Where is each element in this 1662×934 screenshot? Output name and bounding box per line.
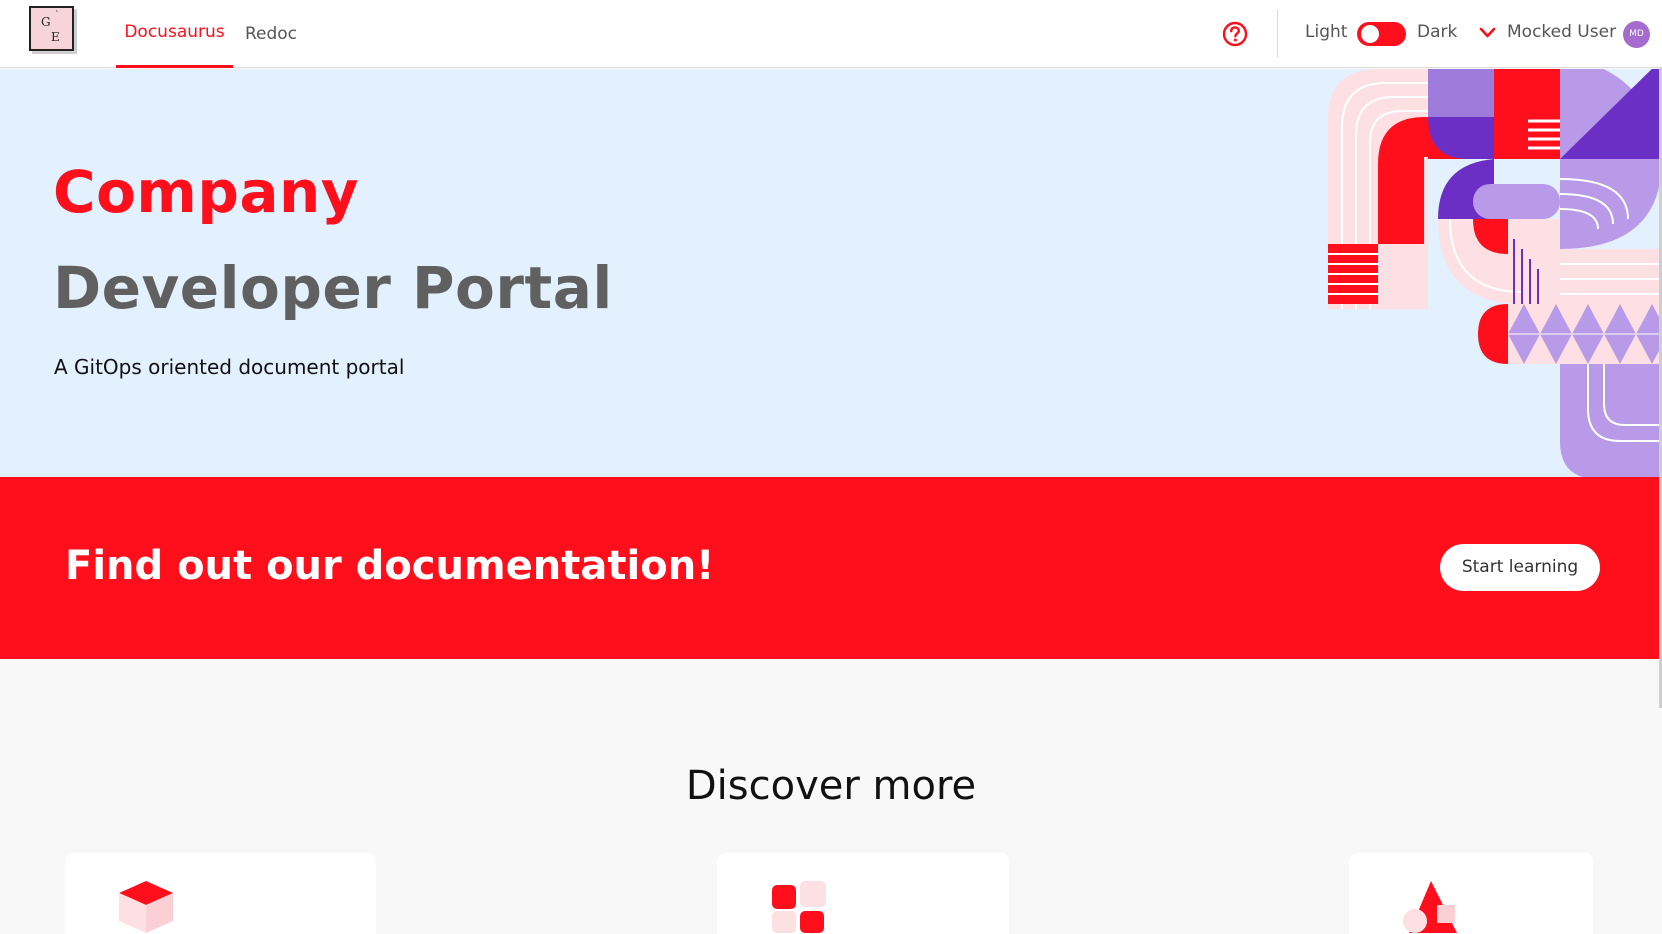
discover-card[interactable] [1349, 853, 1593, 934]
theme-toggle[interactable] [1357, 22, 1406, 46]
cube-icon [119, 881, 173, 933]
banner-heading: Find out our documentation! [65, 543, 715, 589]
logo-letter-g: G [41, 15, 51, 29]
top-navbar: G ` E Docusaurus Redoc Light Dark Mocked… [0, 0, 1662, 68]
discover-card[interactable] [65, 853, 376, 934]
tab-docusaurus[interactable]: Docusaurus [116, 0, 233, 68]
theme-light-label: Light [1305, 22, 1348, 42]
logo-letter-e: E [51, 30, 60, 44]
avatar[interactable]: MD [1623, 21, 1650, 48]
hero-title-company: Company [53, 158, 360, 226]
discover-heading: Discover more [685, 763, 977, 809]
start-learning-button[interactable]: Start learning [1440, 544, 1600, 591]
hero-title-developer-portal: Developer Portal [53, 254, 613, 322]
blocks-icon [772, 881, 826, 933]
tab-redoc[interactable]: Redoc [236, 0, 306, 68]
logo-mark: ` [55, 11, 60, 21]
toggle-knob [1361, 25, 1379, 43]
shapes-icon [1403, 881, 1457, 933]
documentation-banner: Find out our documentation! Start learni… [0, 477, 1662, 659]
question-circle-icon[interactable] [1222, 21, 1248, 47]
hero-illustration [1328, 69, 1662, 477]
header-divider [1277, 10, 1278, 57]
hero-subtitle: A GitOps oriented document portal [54, 355, 405, 379]
theme-dark-label: Dark [1417, 22, 1458, 42]
logo[interactable]: G ` E [29, 6, 74, 51]
chevron-down-icon[interactable] [1479, 26, 1496, 39]
discover-card[interactable] [717, 853, 1009, 934]
hero-section: Company Developer Portal A GitOps orient… [0, 69, 1662, 477]
user-menu[interactable]: Mocked User [1507, 22, 1616, 42]
